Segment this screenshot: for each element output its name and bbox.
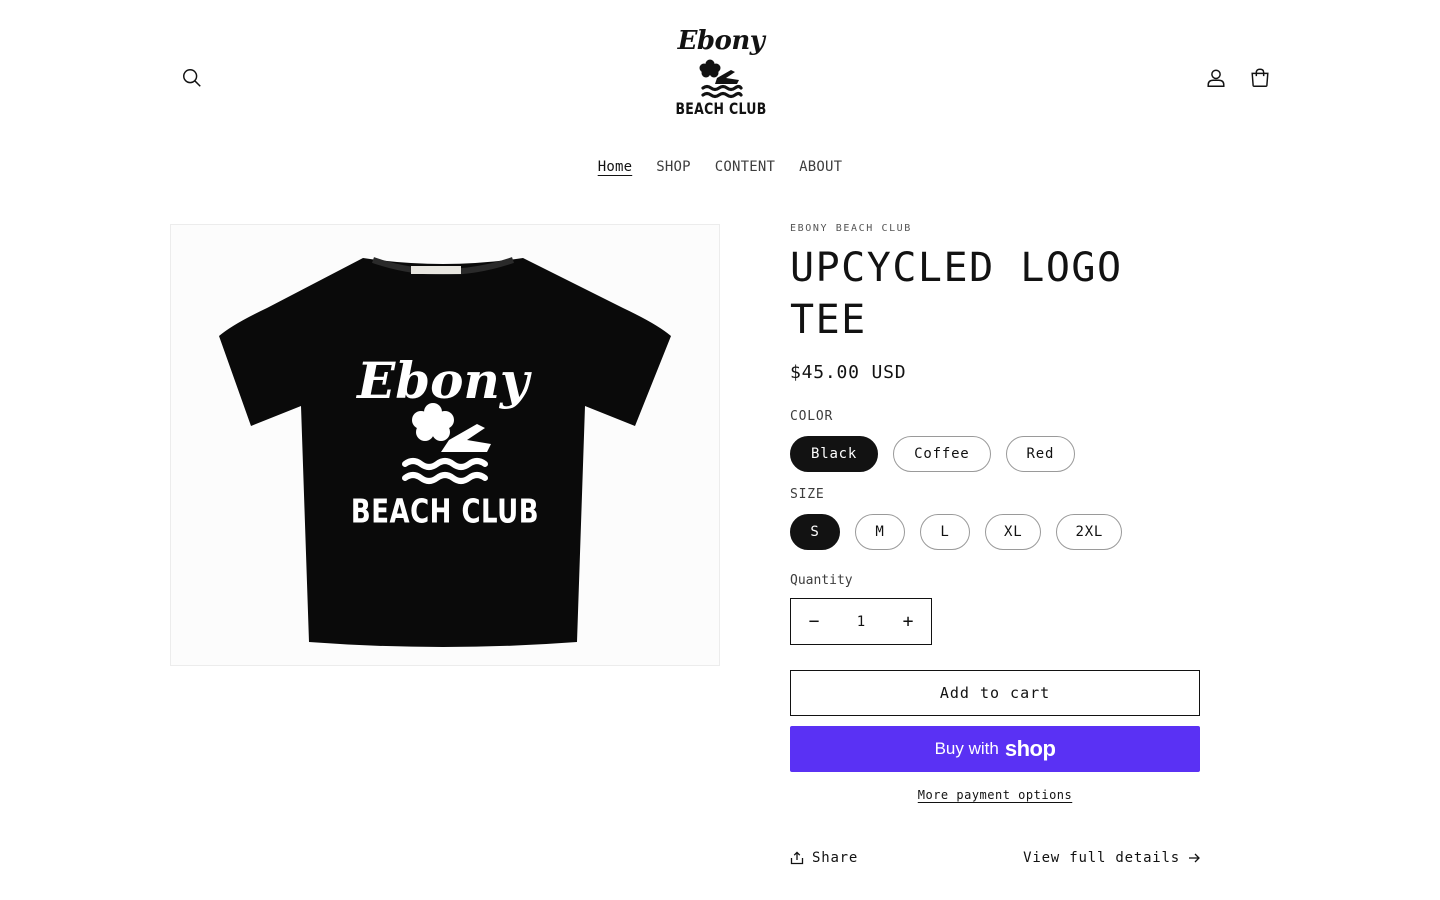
color-options: Black Coffee Red	[790, 436, 1200, 472]
quantity-label: Quantity	[790, 573, 853, 588]
quantity-stepper: − +	[790, 598, 932, 645]
product-image[interactable]: Ebony BEACH CLUB	[170, 224, 720, 666]
tshirt-label	[411, 266, 461, 274]
cart-icon	[1251, 68, 1269, 87]
view-full-details-link[interactable]: View full details	[1023, 850, 1200, 866]
product-footer-row: Share View full details	[790, 850, 1200, 866]
size-option-l[interactable]: L	[920, 514, 970, 550]
share-icon	[790, 851, 804, 865]
buy-with-text: Buy with	[934, 739, 999, 758]
size-option-2xl[interactable]: 2XL	[1056, 514, 1123, 550]
nav-content[interactable]: CONTENT	[715, 156, 775, 178]
arrow-right-icon	[1189, 853, 1200, 863]
cart-button[interactable]	[1238, 56, 1282, 100]
quantity-increase-button[interactable]: +	[885, 599, 931, 644]
account-icon	[1207, 69, 1225, 87]
product-title: UPCYCLED LOGO TEE	[790, 245, 1123, 343]
store-logo[interactable]: Ebony BEACH CLUB	[662, 26, 780, 130]
nav-about[interactable]: ABOUT	[799, 156, 842, 178]
view-details-label: View full details	[1023, 850, 1180, 866]
share-button[interactable]: Share	[790, 850, 858, 866]
size-option-s[interactable]: S	[790, 514, 840, 550]
nav-shop[interactable]: SHOP	[656, 156, 691, 178]
main-nav: Home SHOP CONTENT ABOUT	[0, 156, 1440, 178]
color-option-red[interactable]: Red	[1005, 436, 1076, 472]
product-price: $45.00 USD	[790, 362, 907, 383]
tshirt-image: Ebony BEACH CLUB	[219, 257, 671, 647]
product-vendor: EBONY BEACH CLUB	[790, 223, 912, 234]
share-label: Share	[812, 850, 859, 866]
swimmer-logo-icon	[699, 59, 743, 99]
search-icon	[183, 69, 201, 87]
size-option-xl[interactable]: XL	[985, 514, 1042, 550]
more-payment-options-link[interactable]: More payment options	[790, 788, 1200, 802]
quantity-decrease-button[interactable]: −	[791, 599, 837, 644]
color-option-coffee[interactable]: Coffee	[893, 436, 991, 472]
shirt-sub-text: BEACH CLUB	[351, 493, 539, 531]
buy-with-shop-button[interactable]: Buy with shop	[790, 726, 1200, 772]
quantity-input[interactable]	[837, 599, 885, 644]
logo-subtitle-text: BEACH CLUB	[675, 99, 767, 118]
color-option-black[interactable]: Black	[790, 436, 879, 472]
nav-home[interactable]: Home	[598, 156, 633, 178]
account-button[interactable]	[1194, 56, 1238, 100]
color-label: COLOR	[790, 409, 834, 424]
logo-script-text: Ebony	[677, 26, 765, 56]
search-button[interactable]	[170, 56, 214, 100]
product-info: EBONY BEACH CLUB UPCYCLED LOGO TEE $45.0…	[790, 222, 1200, 866]
shirt-script-text: Ebony	[355, 351, 532, 410]
size-option-m[interactable]: M	[855, 514, 905, 550]
tshirt-body	[219, 258, 671, 647]
size-label: SIZE	[790, 487, 825, 502]
shop-pay-logo-text: shop	[1004, 736, 1056, 761]
site-header: Ebony BEACH CLUB Home SHOP CONTENT ABOUT	[0, 0, 1440, 200]
add-to-cart-button[interactable]: Add to cart	[790, 670, 1200, 716]
size-options: S M L XL 2XL	[790, 514, 1200, 550]
